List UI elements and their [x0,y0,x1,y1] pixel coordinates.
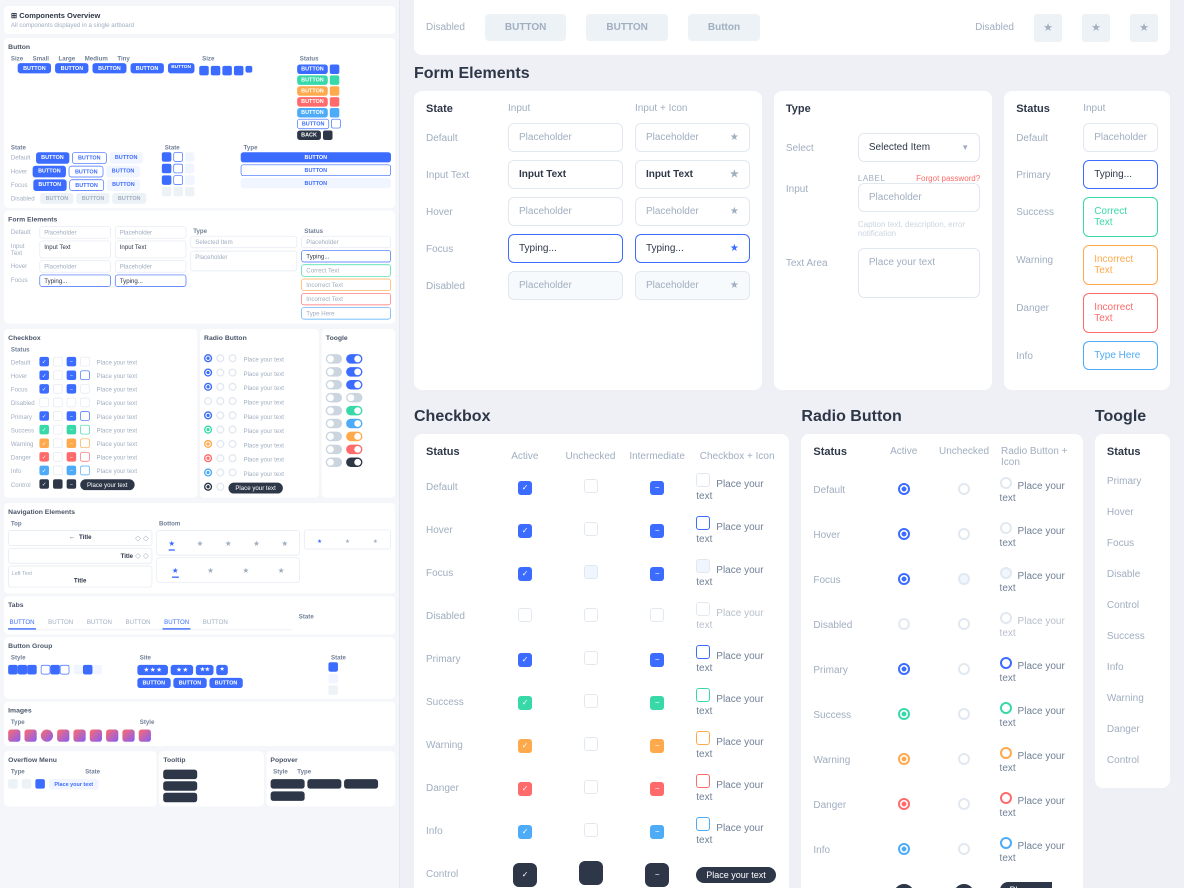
button-disabled: BUTTON [485,14,566,41]
button-primary[interactable]: BUTTON [93,63,126,73]
icon-button[interactable] [223,66,233,76]
button-primary[interactable]: BUTTON [130,63,163,73]
image-thumb [8,730,20,742]
chevron-down-icon: ▼ [961,143,969,152]
select[interactable]: Selected Item▼ [858,133,980,162]
checkbox-active[interactable]: ✓ [518,481,532,495]
button-primary[interactable]: BUTTON [18,63,51,73]
section-button: Button [8,42,391,54]
button-primary[interactable]: BUTTON [55,63,88,73]
radio-active[interactable] [898,483,910,495]
icon-button[interactable] [199,66,209,76]
input-focus[interactable]: Typing... [508,234,623,263]
section-form-elements: Form Elements [414,65,1170,83]
icon-button[interactable] [234,66,244,76]
textarea[interactable]: Place your text [858,248,980,298]
icon-button-disabled: ★ [1034,14,1062,42]
page-subtitle: All components displayed in a single art… [11,22,388,29]
page-title: ⊞ Components Overview [11,11,388,20]
icon-button[interactable] [246,66,253,73]
input-default[interactable]: Placeholder [508,123,623,152]
overview-header: ⊞ Components Overview All components dis… [4,6,395,34]
icon-button[interactable] [211,66,221,76]
panel-button: Button SizeSmallLargeMediumTiny BUTTON B… [4,38,395,208]
star-icon[interactable]: ★ [168,539,175,551]
button-primary[interactable]: BUTTON [168,63,195,73]
